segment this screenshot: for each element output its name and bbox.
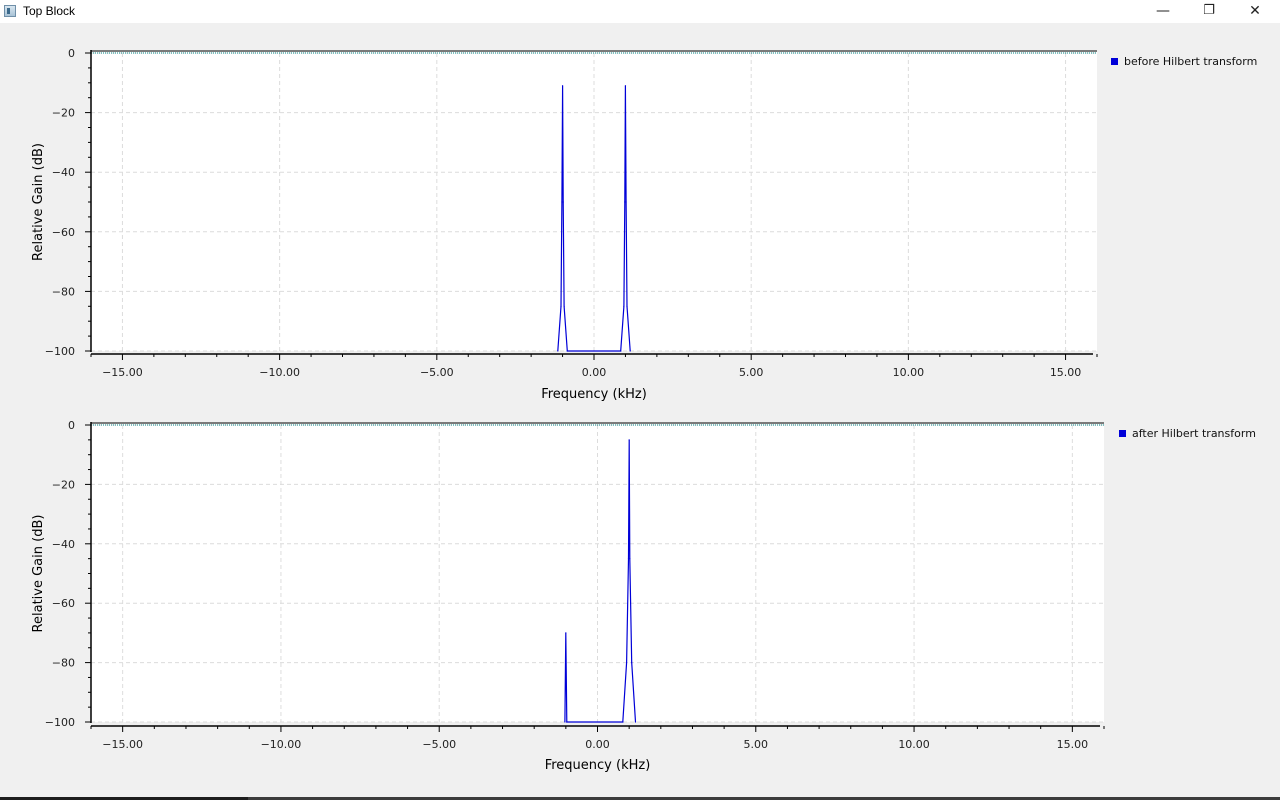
- trace-point: [622, 721, 624, 723]
- x-tick-label: −15.00: [102, 366, 143, 379]
- x-axis-title: Frequency (kHz): [541, 387, 647, 402]
- trace-point: [561, 201, 563, 203]
- title-bar: Top Block — ❐ ✕: [0, 0, 1280, 23]
- x-tick-label: 15.00: [1050, 366, 1082, 379]
- x-tick-label: 5.00: [739, 366, 764, 379]
- trace-point: [626, 662, 628, 664]
- trace-point: [561, 85, 564, 87]
- trace-point: [566, 350, 568, 352]
- legend-swatch: [1119, 430, 1126, 437]
- y-axis-title: Relative Gain (dB): [31, 143, 46, 261]
- trace-point: [634, 721, 637, 723]
- trace-point: [560, 305, 562, 307]
- y-axis-title: Relative Gain (dB): [31, 515, 46, 633]
- y-tick-label: −20: [52, 107, 75, 120]
- legend-label: after Hilbert transform: [1132, 427, 1256, 440]
- trace-point: [565, 632, 567, 634]
- x-tick-label: 15.00: [1057, 738, 1089, 751]
- trace-point: [620, 350, 622, 352]
- x-tick-label: −10.00: [259, 366, 300, 379]
- trace-point: [631, 662, 633, 664]
- trace-point: [629, 350, 631, 352]
- y-tick-label: −60: [52, 226, 75, 239]
- trace-point: [557, 350, 559, 352]
- app-window-icon: [4, 5, 16, 17]
- spectrum-panel-2: 0 −20 −40 −60 −80 −100 −15.00 −10.00 −5.00 0.00 5.…: [31, 419, 1256, 773]
- y-tick-label: −40: [52, 538, 75, 551]
- x-tick-label: −15.00: [102, 738, 143, 751]
- x-tick-label: −10.00: [261, 738, 302, 751]
- minimize-button[interactable]: —: [1140, 0, 1186, 23]
- x-tick-label: 10.00: [893, 366, 925, 379]
- window-title: Top Block: [23, 4, 76, 18]
- y-tick-label: −40: [52, 166, 75, 179]
- trace-point: [564, 721, 566, 723]
- y-tick-label: −80: [52, 285, 75, 298]
- trace-point: [624, 201, 626, 203]
- y-tick-label: −100: [45, 345, 75, 358]
- trace-point: [562, 201, 564, 203]
- trace-point: [623, 305, 625, 307]
- x-tick-label: −5.00: [420, 366, 454, 379]
- y-tick-label: −80: [52, 657, 75, 670]
- x-tick-label: 0.00: [585, 738, 610, 751]
- y-tick-label: −20: [52, 478, 75, 491]
- trace-point: [626, 305, 628, 307]
- trace-point: [629, 558, 631, 560]
- x-tick-label: −5.00: [422, 738, 456, 751]
- trace-point: [566, 721, 568, 723]
- frequency-plots-canvas: 0 −20 −40 −60 −80 −100 −15.00 −10.00 −5.00 0.00 5.…: [31, 47, 1257, 773]
- y-tick-label: 0: [68, 419, 75, 432]
- y-tick-label: −100: [45, 716, 75, 729]
- x-axis-title: Frequency (kHz): [545, 758, 651, 773]
- x-tick-label: 5.00: [744, 738, 769, 751]
- spectrum-panel-1: 0 −20 −40 −60 −80 −100 −15.00 −10.00 −5.00 0.00 5.…: [31, 47, 1257, 402]
- trace-point: [628, 439, 630, 441]
- trace-point: [627, 558, 630, 560]
- y-tick-label: −60: [52, 597, 75, 610]
- y-tick-label: 0: [68, 47, 75, 60]
- legend-swatch: [1111, 58, 1118, 65]
- trace-point: [563, 305, 565, 307]
- restore-button[interactable]: ❐: [1186, 0, 1232, 23]
- trace-point: [625, 201, 627, 203]
- legend-label: before Hilbert transform: [1124, 55, 1257, 68]
- x-tick-label: 10.00: [898, 738, 930, 751]
- close-button[interactable]: ✕: [1232, 0, 1278, 23]
- trace-point: [624, 85, 627, 87]
- x-tick-label: 0.00: [582, 366, 607, 379]
